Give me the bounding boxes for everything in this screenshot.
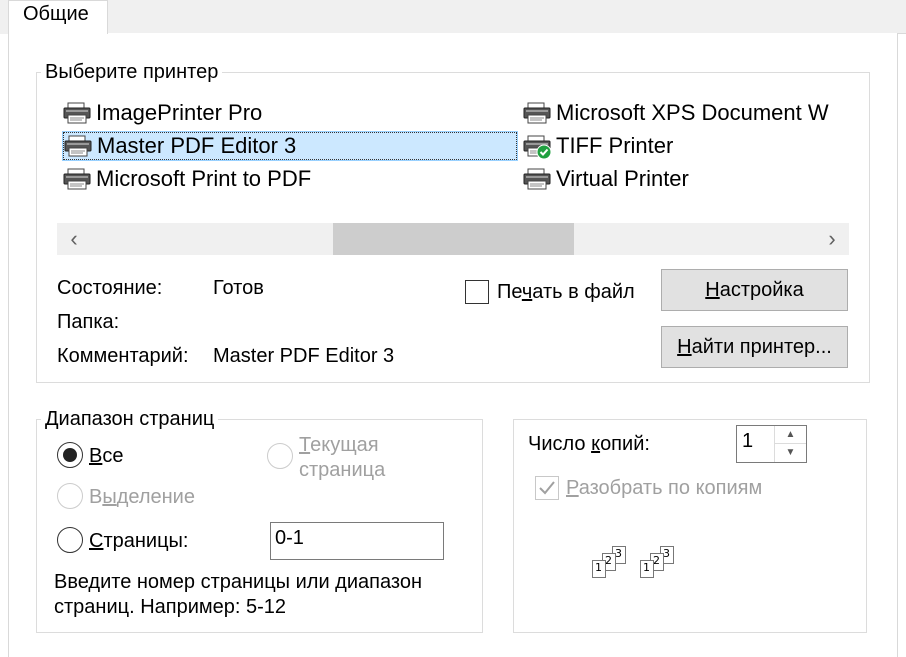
scroll-left-arrow[interactable]: ‹ [57,223,91,255]
range-all-radio[interactable] [57,442,83,468]
printer-group-legend: Выберите принтер [41,60,223,84]
collate-page-icon: 1 [640,560,654,578]
scroll-right-arrow[interactable]: › [815,223,849,255]
printer-name: ImagePrinter Pro [96,100,263,125]
printer-icon [63,133,93,159]
printer-name: Virtual Printer [556,166,689,191]
collate-page-icon: 1 [592,560,606,578]
printer-name: Microsoft Print to PDF [96,166,312,191]
print-to-file-checkbox[interactable] [465,280,489,304]
tab-general[interactable]: Общие [8,0,108,34]
printer-icon [522,133,552,160]
printer-name: Microsoft XPS Document W [556,100,829,125]
page-range-legend: Диапазон страниц [41,407,219,431]
settings-button[interactable]: Настройка [661,269,848,311]
printer-icon [62,100,92,126]
range-hint-line1: Введите номер страницы или диапазон [54,571,422,593]
printer-icon [62,166,92,192]
printer-name: TIFF Printer [556,133,674,158]
printer-icon [522,100,552,126]
status-label: Состояние: [57,277,163,299]
printer-item[interactable]: Microsoft Print to PDF [62,164,518,194]
range-pages-label[interactable]: Страницы: [89,529,188,553]
printer-item[interactable]: TIFF Printer [522,131,850,161]
printer-item[interactable]: Master PDF Editor 3 [62,131,518,161]
folder-label: Папка: [57,311,120,333]
collate-preview-icon: 123123 [592,545,692,585]
range-selection-radio[interactable] [57,483,83,509]
find-printer-button[interactable]: Найти принтер... [661,326,848,368]
printer-item[interactable]: Microsoft XPS Document W [522,98,850,128]
range-pages-radio[interactable] [57,527,83,553]
copies-up-icon[interactable]: ▲ [775,426,806,444]
collate-checkbox[interactable] [535,476,559,500]
range-current-label[interactable]: Текущая страница [299,433,385,483]
tab-strip [0,0,906,34]
copies-label: Число копий: [528,433,650,455]
printer-icon [522,166,552,192]
collate-label[interactable]: Разобрать по копиям [566,476,762,500]
tab-general-label: Общие [23,3,89,25]
copies-down-icon[interactable]: ▼ [775,444,806,462]
range-selection-label[interactable]: Выделение [89,485,195,509]
print-to-file-label[interactable]: Печать в файл [497,280,635,304]
printer-item[interactable]: Virtual Printer [522,164,850,194]
collate-check-icon [539,481,555,495]
printer-list-scrollbar[interactable]: ‹ › [57,223,849,255]
copies-value[interactable]: 1 [742,430,753,453]
comment-label: Комментарий: [57,345,189,367]
range-hint-line2: страниц. Например: 5-12 [54,596,287,618]
range-current-radio[interactable] [267,443,293,469]
pages-input[interactable]: 0-1 [270,522,444,560]
printer-item[interactable]: ImagePrinter Pro [62,98,518,128]
range-all-label[interactable]: Все [89,444,123,468]
scrollbar-thumb[interactable] [333,223,574,255]
printer-name: Master PDF Editor 3 [97,133,297,158]
comment-value: Master PDF Editor 3 [213,345,395,367]
status-value: Готов [213,277,264,299]
copies-spinner[interactable]: 1 ▲ ▼ [736,425,807,463]
